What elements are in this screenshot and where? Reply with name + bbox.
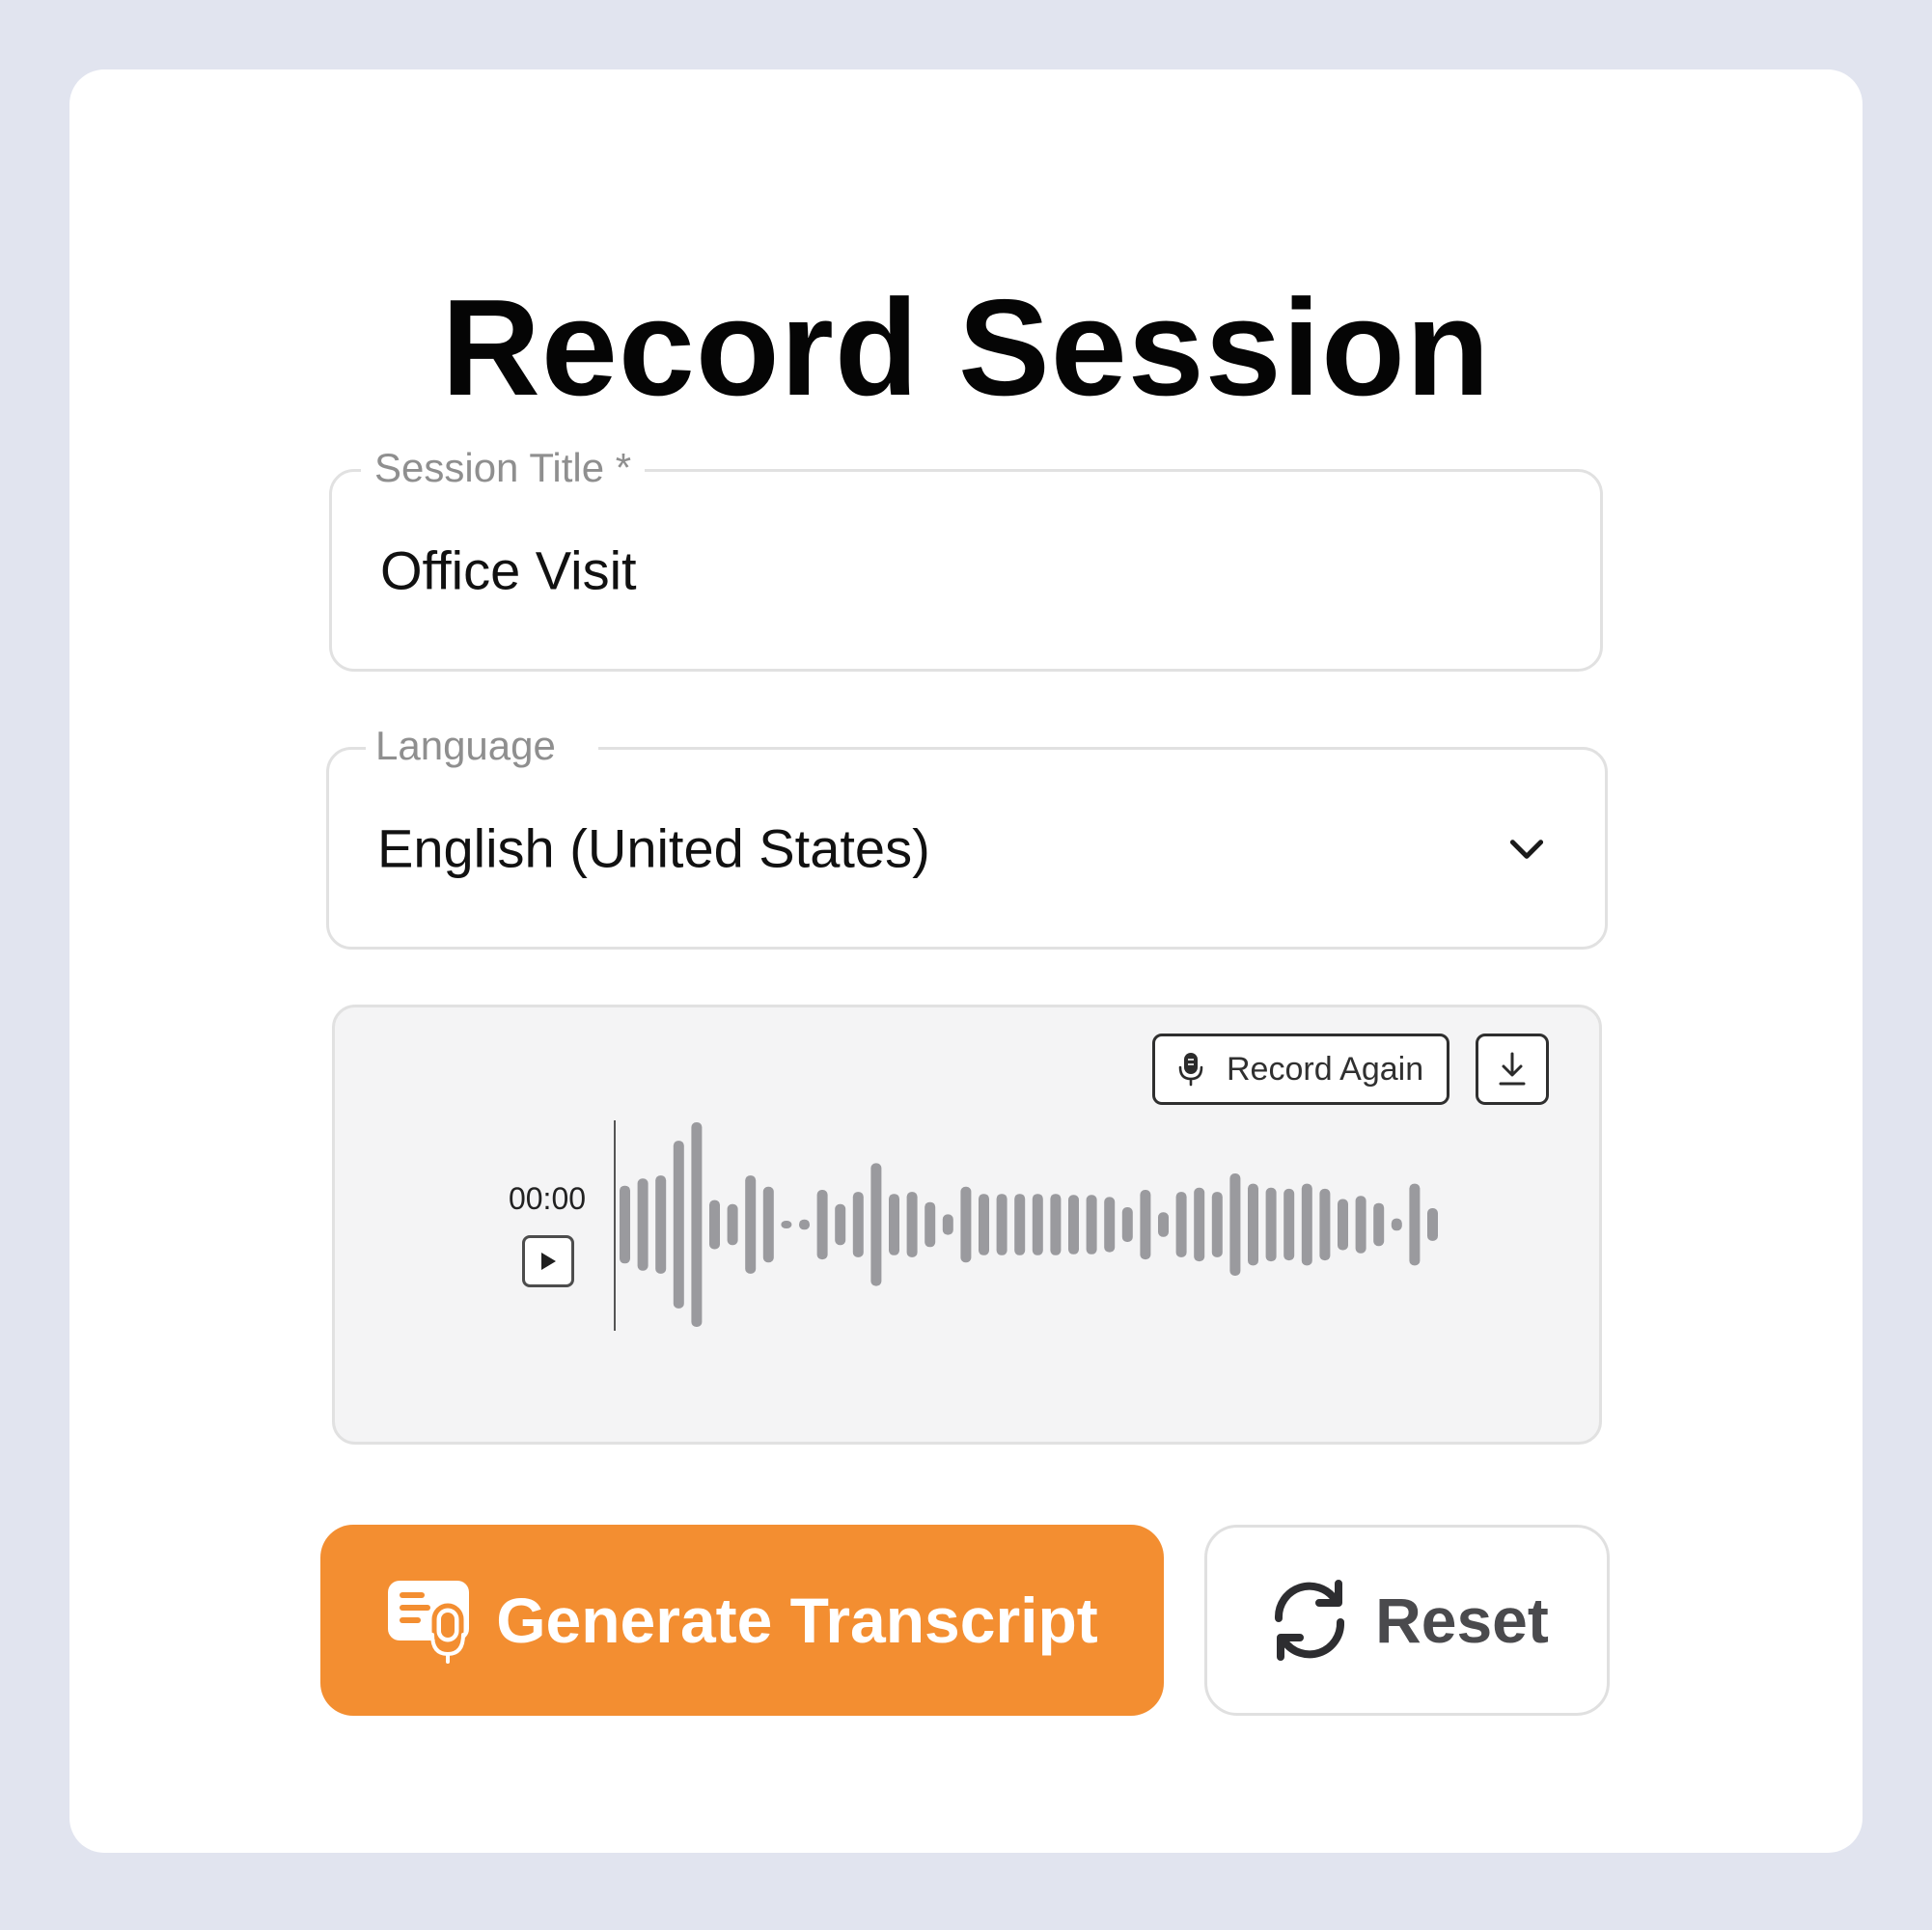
waveform-bar: [727, 1203, 738, 1246]
waveform-bar: [1355, 1196, 1366, 1254]
waveform-bar: [925, 1201, 936, 1248]
session-title-label: Session Title *: [361, 441, 646, 495]
play-icon: [541, 1253, 556, 1270]
waveform-bar: [620, 1185, 630, 1264]
waveform-bar: [1068, 1195, 1079, 1254]
waveform-bar: [1014, 1194, 1026, 1255]
waveform-bar: [870, 1163, 882, 1286]
waveform-bar: [1050, 1194, 1062, 1255]
record-again-label: Record Again: [1227, 1050, 1424, 1088]
waveform-bar: [745, 1175, 757, 1274]
waveform-bar: [673, 1141, 684, 1309]
waveform-bar: [906, 1192, 918, 1257]
waveform-bar: [709, 1199, 720, 1250]
waveform-bar: [1319, 1188, 1331, 1261]
waveform-bar: [1229, 1173, 1241, 1276]
download-button[interactable]: [1476, 1034, 1549, 1105]
waveform-bar: [889, 1194, 899, 1255]
audio-player-panel: Record Again 00:00: [332, 1005, 1602, 1445]
language-select[interactable]: Language English (United States): [326, 719, 1608, 950]
waveform-bar: [816, 1190, 828, 1260]
language-label: Language: [366, 719, 598, 773]
waveform-bar: [1211, 1192, 1223, 1257]
playback-time: 00:00: [508, 1181, 587, 1216]
audio-waveform[interactable]: [614, 1120, 1444, 1333]
waveform-bar: [1032, 1194, 1043, 1255]
waveform-bar: [1391, 1218, 1402, 1231]
waveform-bar: [996, 1194, 1007, 1255]
waveform-bar: [1175, 1192, 1187, 1257]
chevron-down-icon[interactable]: [1503, 824, 1551, 872]
waveform-bar: [1283, 1188, 1295, 1261]
waveform-bar: [1301, 1183, 1312, 1266]
session-title-field[interactable]: Session Title * Office Visit: [329, 441, 1603, 672]
refresh-icon: [1275, 1580, 1345, 1661]
waveform-bar: [1248, 1183, 1258, 1266]
download-icon: [1499, 1052, 1526, 1086]
waveform-bar: [799, 1219, 810, 1230]
waveform-bar: [835, 1203, 846, 1246]
waveform-bar: [1086, 1195, 1097, 1254]
language-selected-value[interactable]: English (United States): [377, 817, 930, 880]
waveform-bar: [637, 1178, 649, 1271]
record-again-button[interactable]: Record Again: [1152, 1034, 1449, 1105]
waveform-bar: [1140, 1190, 1151, 1260]
waveform-bar: [979, 1194, 989, 1255]
play-button[interactable]: [522, 1235, 574, 1287]
waveform-bar: [655, 1175, 667, 1274]
waveform-bar: [1427, 1208, 1438, 1241]
reset-button[interactable]: Reset: [1204, 1525, 1610, 1716]
generate-transcript-button[interactable]: Generate Transcript: [320, 1525, 1164, 1716]
generate-transcript-label: Generate Transcript: [496, 1585, 1098, 1656]
waveform-bar: [1409, 1183, 1421, 1266]
record-session-card: Record Session Session Title * Office Vi…: [69, 69, 1863, 1853]
waveform-bar: [691, 1122, 703, 1327]
waveform-bar: [1194, 1187, 1205, 1262]
session-title-input[interactable]: Office Visit: [380, 539, 637, 602]
reset-label: Reset: [1375, 1585, 1549, 1656]
waveform-bar: [781, 1221, 792, 1228]
waveform-bar: [852, 1192, 864, 1257]
waveform-bar: [1373, 1202, 1385, 1247]
waveform-bar: [942, 1214, 953, 1235]
microphone-icon: [1178, 1053, 1203, 1087]
waveform-bar: [1121, 1207, 1133, 1242]
waveform-bar: [1104, 1197, 1116, 1253]
transcript-mic-icon: [388, 1581, 470, 1664]
waveform-bar: [762, 1186, 774, 1263]
page-title: Record Session: [441, 271, 1491, 425]
waveform-bar: [1338, 1199, 1348, 1251]
waveform-bar: [960, 1186, 972, 1263]
waveform-bar: [1158, 1212, 1169, 1237]
waveform-bar: [1265, 1187, 1277, 1262]
